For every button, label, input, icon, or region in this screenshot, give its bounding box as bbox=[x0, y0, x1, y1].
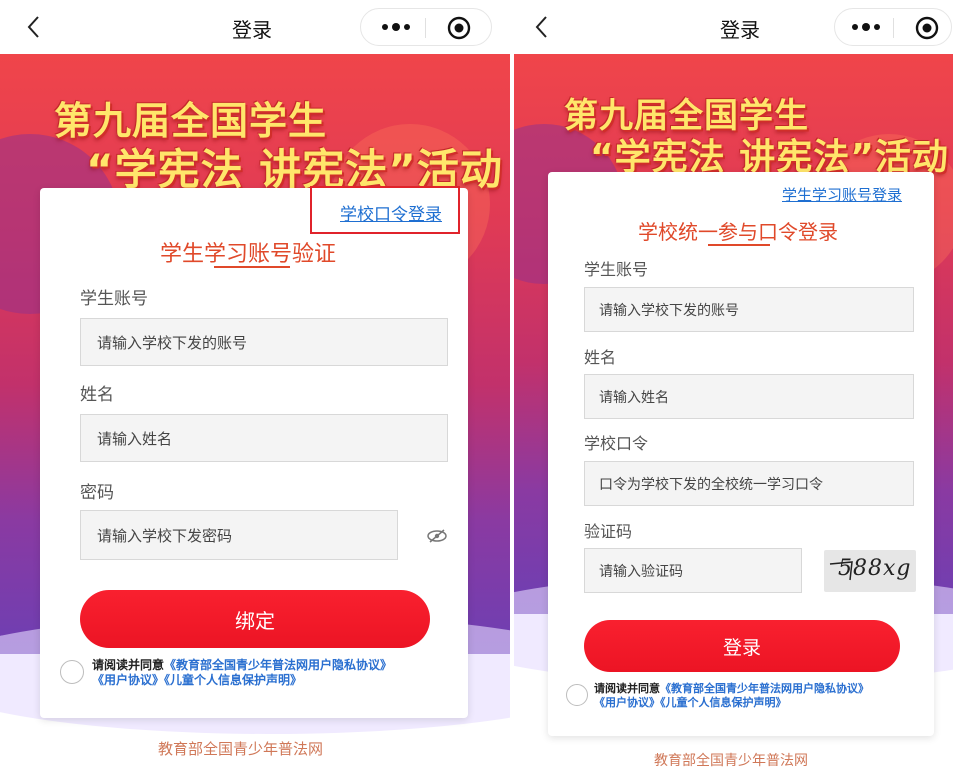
capsule-divider bbox=[893, 18, 894, 38]
agreement-prefix: 请阅读并同意 bbox=[92, 658, 165, 672]
name-label: 姓名 bbox=[80, 385, 114, 405]
captcha-image[interactable]: 588xg bbox=[824, 550, 916, 592]
nav-title: 登录 bbox=[232, 18, 272, 42]
eye-slash-icon[interactable] bbox=[426, 528, 448, 544]
more-dots-icon[interactable] bbox=[379, 19, 413, 35]
agreement-text: 请阅读并同意《教育部全国青少年普法网用户隐私协议》 《用户协议》《儿童个人信息保… bbox=[594, 682, 869, 710]
target-circle-icon[interactable] bbox=[915, 16, 939, 40]
captcha-input[interactable]: 请输入验证码 bbox=[584, 548, 802, 593]
name-input[interactable]: 请输入姓名 bbox=[584, 374, 914, 419]
password-label: 密码 bbox=[80, 483, 114, 503]
login-card: 学校口令登录 学生学习账号验证 学生账号 请输入学校下发的账号 姓名 请输入姓名… bbox=[40, 186, 468, 718]
bind-account-screen: 第九届全国学生 “学宪法 讲宪法”活动 登录 学校口令登录 学生学习账号验证 学… bbox=[0, 0, 510, 769]
mini-program-capsule bbox=[834, 8, 952, 46]
student-account-input[interactable]: 请输入学校下发的账号 bbox=[584, 287, 914, 332]
heading-underline bbox=[214, 266, 290, 268]
student-account-login-link[interactable]: 学生学习账号登录 bbox=[782, 184, 902, 205]
bind-button[interactable]: 绑定 bbox=[80, 590, 430, 648]
school-password-login-screen: 第九届全国学生 “学宪法 讲宪法”活动 登录 学生学习账号登录 学校统一参与口令… bbox=[514, 0, 953, 769]
mini-program-capsule bbox=[360, 8, 492, 46]
nav-bar: 登录 bbox=[514, 0, 953, 54]
more-dots-icon[interactable] bbox=[849, 19, 883, 35]
login-card: 学生学习账号登录 学校统一参与口令登录 学生账号 请输入学校下发的账号 姓名 请… bbox=[548, 172, 934, 736]
children-privacy-link[interactable]: 《儿童个人信息保护声明》 bbox=[164, 673, 302, 687]
chevron-left-icon[interactable] bbox=[528, 10, 558, 44]
name-label: 姓名 bbox=[584, 348, 617, 367]
school-password-input[interactable]: 口令为学校下发的全校统一学习口令 bbox=[584, 461, 914, 506]
login-button[interactable]: 登录 bbox=[584, 620, 900, 672]
card-heading: 学校统一参与口令登录 bbox=[638, 220, 838, 244]
nav-bar: 登录 bbox=[0, 0, 510, 54]
agreement-text: 请阅读并同意《教育部全国青少年普法网用户隐私协议》 《用户协议》《儿童个人信息保… bbox=[92, 658, 392, 688]
password-input[interactable]: 请输入学校下发密码 bbox=[80, 510, 398, 560]
footer-text: 教育部全国青少年普法网 bbox=[654, 753, 808, 769]
agreement-checkbox[interactable] bbox=[566, 684, 588, 706]
agreement-checkbox[interactable] bbox=[60, 660, 84, 684]
children-privacy-link[interactable]: 《儿童个人信息保护声明》 bbox=[660, 696, 787, 709]
heading-underline bbox=[708, 244, 770, 246]
capsule-divider bbox=[425, 18, 426, 38]
nav-title: 登录 bbox=[720, 18, 760, 42]
captcha-label: 验证码 bbox=[584, 522, 633, 541]
user-agreement-link[interactable]: 《用户协议》 bbox=[594, 696, 660, 709]
school-password-label: 学校口令 bbox=[584, 434, 649, 453]
student-account-label: 学生账号 bbox=[584, 260, 649, 279]
highlight-box bbox=[310, 186, 460, 234]
student-account-label: 学生账号 bbox=[80, 289, 148, 309]
footer-text: 教育部全国青少年普法网 bbox=[158, 740, 324, 758]
name-input[interactable]: 请输入姓名 bbox=[80, 414, 448, 462]
user-agreement-link[interactable]: 《用户协议》 bbox=[92, 673, 164, 687]
card-heading: 学生学习账号验证 bbox=[160, 242, 337, 267]
agreement-prefix: 请阅读并同意 bbox=[594, 682, 660, 695]
chevron-left-icon[interactable] bbox=[20, 10, 50, 44]
captcha-noise-line bbox=[829, 561, 853, 581]
privacy-agreement-link[interactable]: 《教育部全国青少年普法网用户隐私协议》 bbox=[164, 658, 392, 672]
target-circle-icon[interactable] bbox=[447, 16, 471, 40]
privacy-agreement-link[interactable]: 《教育部全国青少年普法网用户隐私协议》 bbox=[660, 682, 869, 695]
student-account-input[interactable]: 请输入学校下发的账号 bbox=[80, 318, 448, 366]
